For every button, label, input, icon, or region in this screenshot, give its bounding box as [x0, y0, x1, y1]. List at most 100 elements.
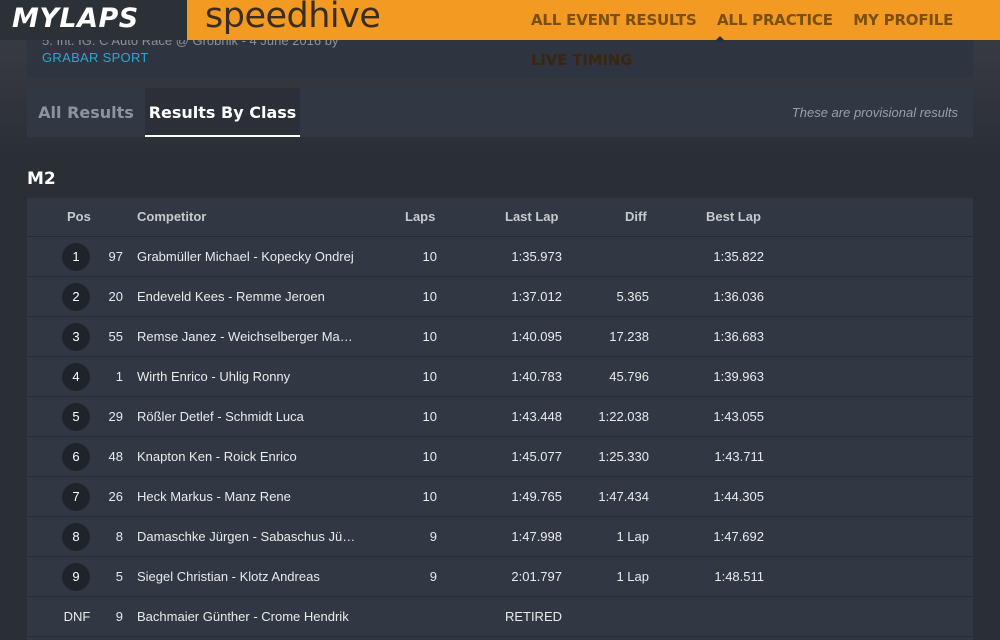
best-lap-value: 1:43.055 [713, 409, 764, 424]
best-lap-value: 1:48.511 [714, 569, 764, 584]
tab-all-results[interactable]: All Results [27, 88, 145, 137]
header-diff[interactable]: Diff [625, 209, 647, 224]
competitor-name[interactable]: Remse Janez - Weichselberger Ma… [137, 329, 369, 344]
car-number: 5 [115, 569, 123, 584]
laps-value: 10 [422, 449, 437, 464]
table-row[interactable]: 9 5 Siegel Christian - Klotz Andreas 9 2… [27, 557, 973, 597]
nav-all-practice[interactable]: ALL PRACTICE [717, 11, 833, 29]
last-lap-value: 1:40.095 [511, 329, 562, 344]
car-number: 8 [115, 529, 123, 544]
laps-value: 9 [429, 569, 437, 584]
car-number: 26 [108, 489, 123, 504]
position-badge: 5 [62, 403, 90, 431]
competitor-name[interactable]: Endeveld Kees - Remme Jeroen [137, 289, 369, 304]
results-tabs: All Results Results By Class These are p… [27, 88, 973, 137]
last-lap-value: 2:01.797 [511, 569, 562, 584]
table-row[interactable]: 2 20 Endeveld Kees - Remme Jeroen 10 1:3… [27, 277, 973, 317]
table-row[interactable]: 8 8 Damaschke Jürgen - Sabaschus Jü… 9 1… [27, 517, 973, 557]
last-lap-value: 1:43.448 [511, 409, 562, 424]
competitor-name[interactable]: Damaschke Jürgen - Sabaschus Jü… [137, 529, 369, 544]
position-badge: 7 [62, 483, 90, 511]
speedhive-brand[interactable]: speedhive [205, 0, 381, 36]
car-number: 9 [115, 609, 123, 624]
laps-value: 10 [422, 289, 437, 304]
diff-value: 5.365 [616, 289, 649, 304]
best-lap-value: 1:36.683 [713, 329, 764, 344]
car-number: 97 [108, 249, 123, 264]
competitor-name[interactable]: Grabmüller Michael - Kopecky Ondrej [137, 249, 369, 264]
competitor-name[interactable]: Siegel Christian - Klotz Andreas [137, 569, 369, 584]
competitor-name[interactable]: Wirth Enrico - Uhlig Ronny [137, 369, 369, 384]
table-row[interactable]: 6 48 Knapton Ken - Roick Enrico 10 1:45.… [27, 437, 973, 477]
best-lap-value: 1:39.963 [713, 369, 764, 384]
best-lap-value: 1:44.305 [713, 489, 764, 504]
table-row[interactable]: DNF 9 Bachmaier Günther - Crome Hendrik … [27, 597, 973, 637]
table-row[interactable]: 1 97 Grabmüller Michael - Kopecky Ondrej… [27, 237, 973, 277]
best-lap-value: 1:35.822 [713, 249, 764, 264]
header-last-lap[interactable]: Last Lap [505, 209, 558, 224]
position-dnf: DNF [63, 609, 91, 624]
competitor-name[interactable]: Heck Markus - Manz Rene [137, 489, 369, 504]
laps-value: 10 [422, 409, 437, 424]
car-number: 29 [108, 409, 123, 424]
last-lap-value: 1:47.998 [511, 529, 562, 544]
laps-value: 10 [422, 329, 437, 344]
nav-my-profile[interactable]: MY PROFILE [853, 11, 953, 29]
tab-results-by-class[interactable]: Results By Class [145, 88, 300, 137]
table-header: Pos Competitor Laps Last Lap Diff Best L… [27, 198, 973, 237]
diff-value: 1:22.038 [598, 409, 649, 424]
mylaps-logo-text: MYLAPS [12, 3, 139, 34]
car-number: 1 [115, 369, 123, 384]
car-number: 48 [108, 449, 123, 464]
position-badge: 2 [62, 283, 90, 311]
top-navigation-bar: MYLAPS speedhive ALL EVENT RESULTS ALL P… [0, 0, 1000, 69]
diff-value: 1:47.434 [598, 489, 649, 504]
position-badge: 9 [62, 563, 90, 591]
position-badge: 1 [62, 243, 90, 271]
header-orange-band: speedhive ALL EVENT RESULTS ALL PRACTICE… [187, 0, 1000, 69]
table-row[interactable]: 3 55 Remse Janez - Weichselberger Ma… 10… [27, 317, 973, 357]
table-row[interactable]: 4 1 Wirth Enrico - Uhlig Ronny 10 1:40.7… [27, 357, 973, 397]
best-lap-value: 1:47.692 [713, 529, 764, 544]
competitor-name[interactable]: Knapton Ken - Roick Enrico [137, 449, 369, 464]
car-number: 55 [108, 329, 123, 344]
position-badge: 8 [62, 523, 90, 551]
car-number: 20 [108, 289, 123, 304]
active-nav-caret-icon [714, 36, 726, 42]
diff-value: 1 Lap [616, 529, 649, 544]
position-badge: 4 [62, 363, 90, 391]
organizer-link[interactable]: GRABAR SPORT [42, 50, 149, 65]
header-competitor[interactable]: Competitor [137, 209, 206, 224]
diff-value: 1:25.330 [598, 449, 649, 464]
competitor-name[interactable]: Rößler Detlef - Schmidt Luca [137, 409, 369, 424]
header-pos[interactable]: Pos [67, 209, 91, 224]
last-lap-value: 1:35.973 [511, 249, 562, 264]
diff-value: 1 Lap [616, 569, 649, 584]
best-lap-value: 1:36.036 [713, 289, 764, 304]
competitor-name[interactable]: Bachmaier Günther - Crome Hendrik [137, 609, 369, 624]
class-heading: M2 [27, 169, 56, 189]
last-lap-value: RETIRED [504, 609, 562, 624]
laps-value: 10 [422, 489, 437, 504]
table-row[interactable]: 7 26 Heck Markus - Manz Rene 10 1:49.765… [27, 477, 973, 517]
last-lap-value: 1:37.012 [511, 289, 562, 304]
laps-value: 10 [422, 249, 437, 264]
provisional-notice: These are provisional results [791, 105, 958, 120]
best-lap-value: 1:43.711 [714, 449, 764, 464]
header-best-lap[interactable]: Best Lap [706, 209, 761, 224]
diff-value: 45.796 [609, 369, 649, 384]
results-table: Pos Competitor Laps Last Lap Diff Best L… [27, 198, 973, 640]
last-lap-value: 1:49.765 [511, 489, 562, 504]
main-nav: ALL EVENT RESULTS ALL PRACTICE MY PROFIL… [515, 0, 1000, 69]
last-lap-value: 1:40.783 [511, 369, 562, 384]
diff-value: 17.238 [609, 329, 649, 344]
position-badge: 6 [62, 443, 90, 471]
position-badge: 3 [62, 323, 90, 351]
header-laps[interactable]: Laps [405, 209, 435, 224]
laps-value: 10 [422, 369, 437, 384]
nav-all-event-results[interactable]: ALL EVENT RESULTS [531, 11, 697, 29]
mylaps-logo[interactable]: MYLAPS [0, 0, 187, 40]
laps-value: 9 [429, 529, 437, 544]
nav-live-timing[interactable]: LIVE TIMING [531, 51, 632, 69]
table-row[interactable]: 5 29 Rößler Detlef - Schmidt Luca 10 1:4… [27, 397, 973, 437]
